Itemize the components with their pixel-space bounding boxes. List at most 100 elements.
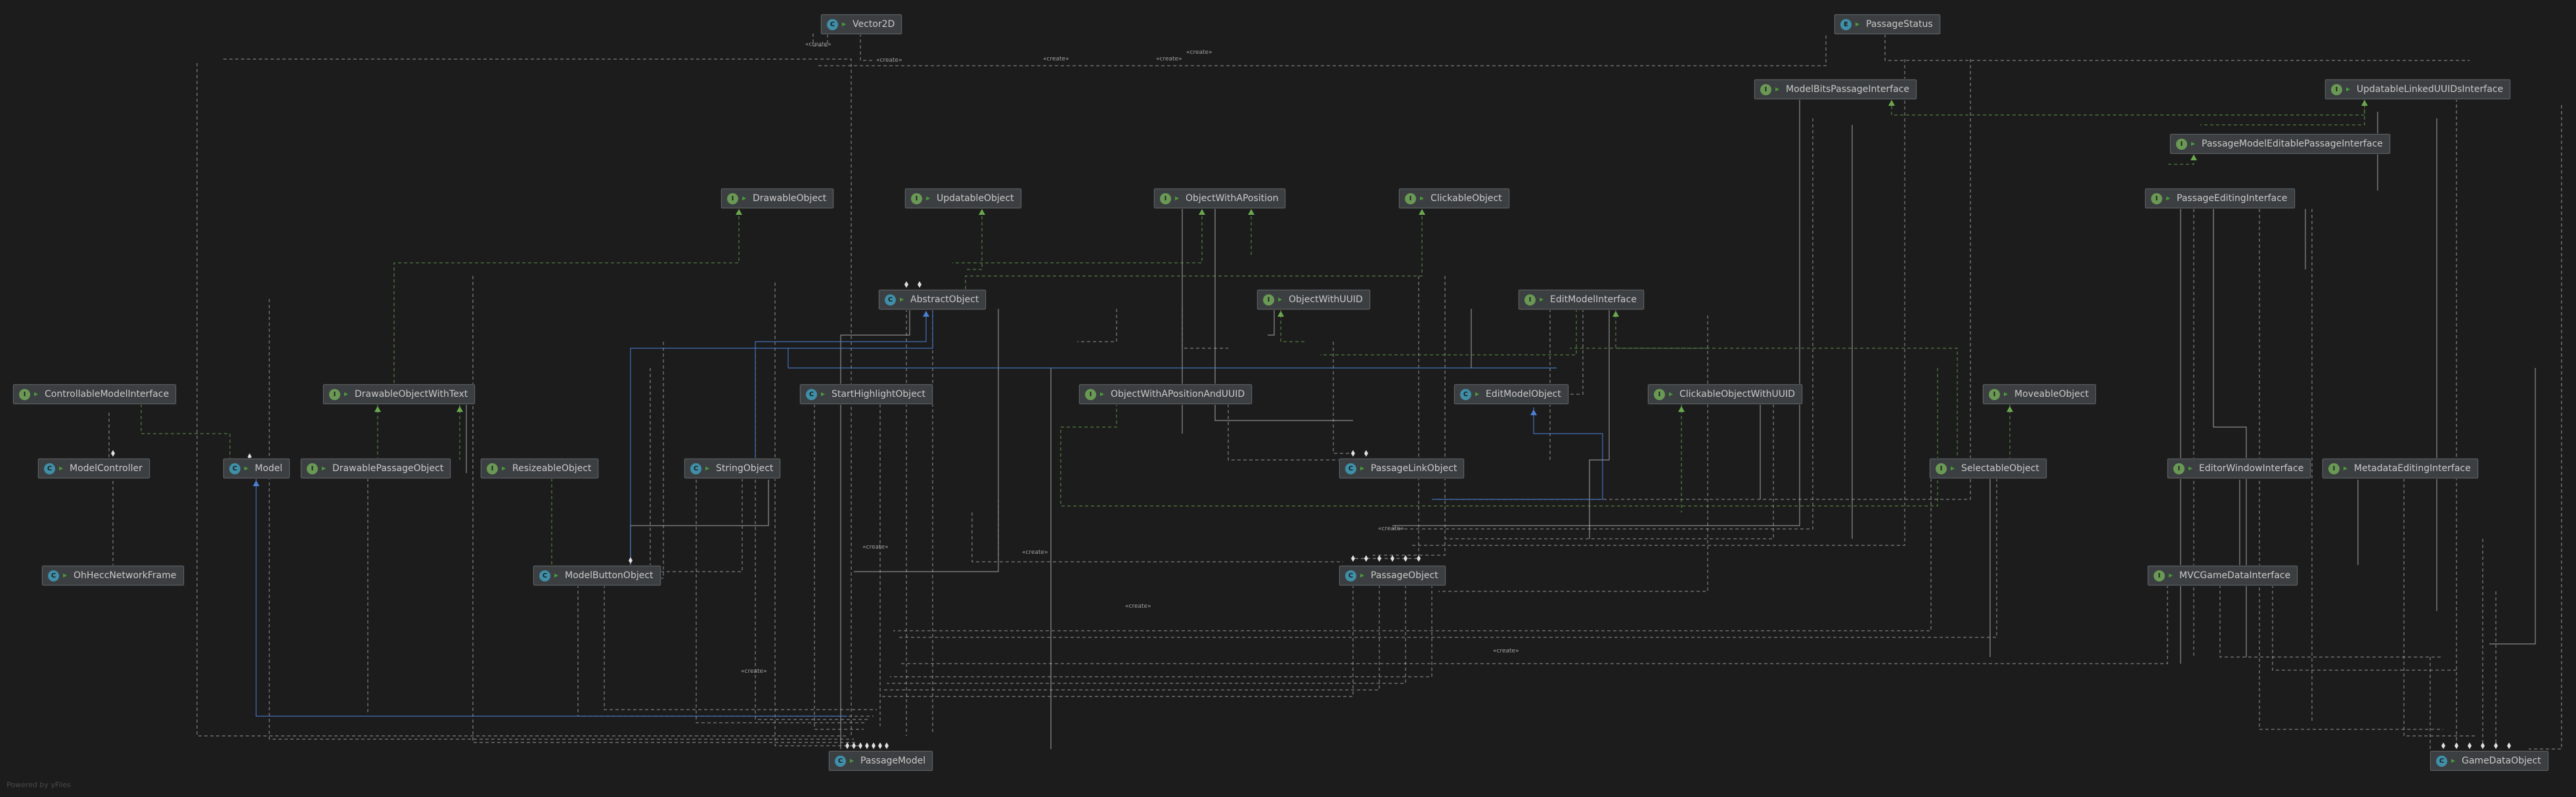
node-label: MVCGameDataInterface <box>2179 570 2291 581</box>
node-controllable-model-interface[interactable]: I ControllableModelInterface <box>13 384 177 404</box>
node-string-object[interactable]: C StringObject <box>684 459 781 478</box>
node-label: Model <box>255 463 283 474</box>
node-oh-hecc-network-frame[interactable]: C OhHeccNetworkFrame <box>42 566 184 585</box>
node-passage-status[interactable]: E PassageStatus <box>1834 14 1940 34</box>
node-model-bits-passage-interface[interactable]: I ModelBitsPassageInterface <box>1754 80 1917 99</box>
interface-icon: I <box>2173 463 2185 474</box>
node-passage-model[interactable]: C PassageModel <box>829 751 933 771</box>
node-model[interactable]: C Model <box>223 459 290 478</box>
interface-icon: I <box>2331 83 2342 95</box>
node-label: DrawableObject <box>753 193 827 204</box>
public-visibility-icon <box>58 466 64 472</box>
node-label: ModelButtonObject <box>565 570 654 581</box>
node-selectable-object[interactable]: I SelectableObject <box>1930 459 2047 478</box>
dependency-edge <box>814 404 864 730</box>
node-object-with-uuid[interactable]: I ObjectWithUUID <box>1257 290 1370 309</box>
node-object-with-a-position-and-uuid[interactable]: I ObjectWithAPositionAndUUID <box>1079 384 1253 404</box>
node-updatable-linked-uuids-interface[interactable]: I UpdatableLinkedUUIDsInterface <box>2325 80 2511 99</box>
public-visibility-icon <box>1950 466 1956 472</box>
node-passage-editing-interface[interactable]: I PassageEditingInterface <box>2145 189 2295 208</box>
node-label: EditModelInterface <box>1550 294 1637 305</box>
inheritance-arrowhead <box>1530 409 1537 415</box>
create-label: «create» <box>1186 49 1212 56</box>
create-label: «create» <box>1156 56 1182 62</box>
node-updatable-object[interactable]: I UpdatableObject <box>905 189 1021 208</box>
aggregation-diamond <box>918 281 922 288</box>
dependency-edge <box>860 34 874 61</box>
node-clickable-object[interactable]: I ClickableObject <box>1399 189 1509 208</box>
dependency-edge <box>755 480 870 720</box>
association-edge <box>630 480 769 565</box>
aggregation-diamond <box>629 557 633 564</box>
public-visibility-icon <box>501 466 507 472</box>
node-label: PassageModel <box>860 756 926 766</box>
public-visibility-icon <box>554 573 560 579</box>
inheritance-arrowhead <box>1612 311 1619 317</box>
node-drawable-object[interactable]: I DrawableObject <box>721 189 834 208</box>
node-game-data-object[interactable]: C GameDataObject <box>2430 751 2548 771</box>
interface-icon: I <box>487 463 498 474</box>
dependency-edge <box>2403 478 2476 737</box>
node-label: SelectableObject <box>1961 463 2039 474</box>
node-label: ClickableObject <box>1431 193 1502 204</box>
aggregation-diamond <box>904 281 908 288</box>
node-label: ObjectWithAPositionAndUUID <box>1111 389 1245 399</box>
node-label: ObjectWithAPosition <box>1186 193 1279 204</box>
node-abstract-object[interactable]: C AbstractObject <box>879 290 987 309</box>
interface-icon: I <box>727 193 738 204</box>
node-passage-object[interactable]: C PassageObject <box>1339 566 1446 585</box>
aggregation-diamond <box>2494 742 2498 749</box>
node-resizeable-object[interactable]: I ResizeableObject <box>481 459 599 478</box>
create-label: «create» <box>862 544 889 551</box>
association-edge <box>1589 309 1610 539</box>
node-metadata-editing-interface[interactable]: I MetadataEditingInterface <box>2322 459 2478 478</box>
dependency-edge <box>696 480 867 723</box>
node-mvc-game-data-interface[interactable]: I MVCGameDataInterface <box>2148 566 2298 585</box>
public-visibility-icon <box>2188 466 2194 472</box>
public-visibility-icon <box>2165 196 2171 202</box>
interface-icon: I <box>1263 294 1274 306</box>
aggregation-diamond <box>1404 555 1408 562</box>
realization-edge <box>1320 309 1577 355</box>
node-vector2d[interactable]: C Vector2D <box>821 14 902 34</box>
aggregation-diamond <box>1390 555 1394 562</box>
node-label: ObjectWithUUID <box>1289 294 1363 305</box>
inheritance-arrowhead <box>2190 154 2197 160</box>
node-drawable-object-with-text[interactable]: I DrawableObjectWithText <box>323 384 476 404</box>
node-object-with-a-position[interactable]: I ObjectWithAPosition <box>1154 189 1286 208</box>
node-label: ModelController <box>70 463 143 474</box>
interface-icon: I <box>1085 388 1096 400</box>
node-moveable-object[interactable]: I MoveableObject <box>1983 384 2097 404</box>
aggregation-diamond <box>2441 742 2445 749</box>
create-label: «create» <box>1493 648 1519 654</box>
public-visibility-icon <box>1419 196 1425 202</box>
aggregation-diamond <box>111 450 115 457</box>
aggregation-diamond <box>1351 555 1355 562</box>
node-clickable-object-with-uuid[interactable]: I ClickableObjectWithUUID <box>1648 384 1802 404</box>
aggregation-diamond <box>1364 450 1368 457</box>
node-drawable-passage-object[interactable]: I DrawablePassageObject <box>301 459 451 478</box>
node-edit-model-object[interactable]: C EditModelObject <box>1454 384 1568 404</box>
node-label: EditModelObject <box>1486 389 1561 399</box>
inheritance-arrowhead <box>1678 406 1685 412</box>
node-label: ControllableModelInterface <box>45 389 169 399</box>
interface-icon: I <box>2176 138 2187 150</box>
node-passage-model-editable-passage-interface[interactable]: I PassageModelEditablePassageInterface <box>2170 134 2390 154</box>
association-edge <box>2213 197 2247 657</box>
node-model-controller[interactable]: C ModelController <box>38 459 150 478</box>
node-label: UpdatableObject <box>937 193 1014 204</box>
node-start-highlight-object[interactable]: C StartHighlightObject <box>800 384 933 404</box>
node-model-button-object[interactable]: C ModelButtonObject <box>533 566 661 585</box>
interface-icon: I <box>911 193 922 204</box>
public-visibility-icon <box>820 392 826 398</box>
create-label: «create» <box>1022 549 1048 556</box>
node-passage-link-object[interactable]: C PassageLinkObject <box>1339 459 1465 478</box>
node-editor-window-interface[interactable]: I EditorWindowInterface <box>2167 459 2311 478</box>
realization-edge <box>1280 309 1307 342</box>
node-label: ResizeableObject <box>512 463 592 474</box>
node-edit-model-interface[interactable]: I EditModelInterface <box>1519 290 1644 309</box>
aggregation-diamond <box>872 742 876 749</box>
interface-icon: I <box>2154 570 2165 581</box>
dependency-edge <box>1182 309 1228 349</box>
node-label: GameDataObject <box>2462 756 2541 766</box>
